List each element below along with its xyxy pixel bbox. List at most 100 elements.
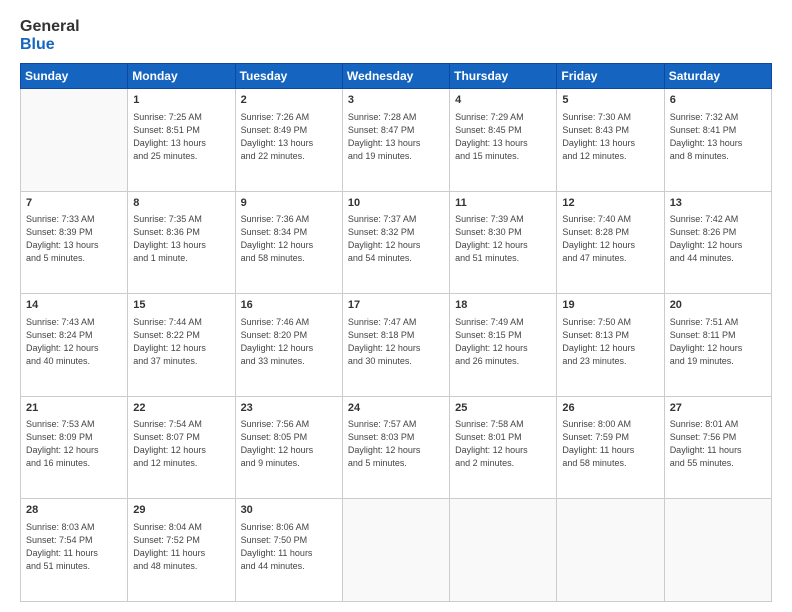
calendar-cell: 7 Sunrise: 7:33 AM Sunset: 8:39 PM Daylig…: [21, 191, 128, 294]
day-number: 9: [241, 196, 337, 211]
day-info: Sunrise: 7:56 AM Sunset: 8:05 PM Dayligh…: [241, 418, 337, 470]
calendar-cell: [21, 89, 128, 192]
day-info: Sunrise: 7:51 AM Sunset: 8:11 PM Dayligh…: [670, 316, 766, 368]
calendar-header-saturday: Saturday: [664, 64, 771, 89]
calendar-week-row: 14 Sunrise: 7:43 AM Sunset: 8:24 PM Dayli…: [21, 294, 772, 397]
calendar-cell: [664, 499, 771, 602]
day-number: 11: [455, 196, 551, 211]
calendar-cell: 30Sunrise: 8:06 AM Sunset: 7:50 PM Dayli…: [235, 499, 342, 602]
day-info: Sunrise: 7:29 AM Sunset: 8:45 PM Dayligh…: [455, 111, 551, 163]
day-info: Sunrise: 7:30 AM Sunset: 8:43 PM Dayligh…: [562, 111, 658, 163]
day-info: Sunrise: 8:03 AM Sunset: 7:54 PM Dayligh…: [26, 521, 122, 573]
day-info: Sunrise: 7:49 AM Sunset: 8:15 PM Dayligh…: [455, 316, 551, 368]
calendar-week-row: 7 Sunrise: 7:33 AM Sunset: 8:39 PM Daylig…: [21, 191, 772, 294]
day-info: Sunrise: 7:25 AM Sunset: 8:51 PM Dayligh…: [133, 111, 229, 163]
calendar-cell: 24 Sunrise: 7:57 AM Sunset: 8:03 PM Dayli…: [342, 396, 449, 499]
calendar-cell: 19 Sunrise: 7:50 AM Sunset: 8:13 PM Dayli…: [557, 294, 664, 397]
calendar-cell: 9 Sunrise: 7:36 AM Sunset: 8:34 PM Daylig…: [235, 191, 342, 294]
day-info: Sunrise: 8:06 AM Sunset: 7:50 PM Dayligh…: [241, 521, 337, 573]
day-number: 27: [670, 401, 766, 416]
calendar-week-row: 28Sunrise: 8:03 AM Sunset: 7:54 PM Dayli…: [21, 499, 772, 602]
calendar-cell: 25 Sunrise: 7:58 AM Sunset: 8:01 PM Dayli…: [450, 396, 557, 499]
calendar-cell: 2 Sunrise: 7:26 AM Sunset: 8:49 PM Daylig…: [235, 89, 342, 192]
calendar-cell: 11 Sunrise: 7:39 AM Sunset: 8:30 PM Dayli…: [450, 191, 557, 294]
calendar-cell: 1 Sunrise: 7:25 AM Sunset: 8:51 PM Daylig…: [128, 89, 235, 192]
day-number: 20: [670, 298, 766, 313]
calendar-cell: 13 Sunrise: 7:42 AM Sunset: 8:26 PM Dayli…: [664, 191, 771, 294]
calendar-cell: [450, 499, 557, 602]
day-number: 21: [26, 401, 122, 416]
calendar-week-row: 21 Sunrise: 7:53 AM Sunset: 8:09 PM Dayli…: [21, 396, 772, 499]
day-info: Sunrise: 7:40 AM Sunset: 8:28 PM Dayligh…: [562, 213, 658, 265]
day-number: 4: [455, 93, 551, 108]
calendar-cell: 3 Sunrise: 7:28 AM Sunset: 8:47 PM Daylig…: [342, 89, 449, 192]
day-info: Sunrise: 8:00 AM Sunset: 7:59 PM Dayligh…: [562, 418, 658, 470]
calendar-cell: 21 Sunrise: 7:53 AM Sunset: 8:09 PM Dayli…: [21, 396, 128, 499]
calendar-cell: 22 Sunrise: 7:54 AM Sunset: 8:07 PM Dayli…: [128, 396, 235, 499]
calendar-header-sunday: Sunday: [21, 64, 128, 89]
day-info: Sunrise: 7:42 AM Sunset: 8:26 PM Dayligh…: [670, 213, 766, 265]
day-info: Sunrise: 7:50 AM Sunset: 8:13 PM Dayligh…: [562, 316, 658, 368]
calendar-header-row: SundayMondayTuesdayWednesdayThursdayFrid…: [21, 64, 772, 89]
day-number: 25: [455, 401, 551, 416]
day-number: 3: [348, 93, 444, 108]
day-info: Sunrise: 7:37 AM Sunset: 8:32 PM Dayligh…: [348, 213, 444, 265]
logo-line2: Blue: [20, 36, 80, 54]
calendar-cell: 27 Sunrise: 8:01 AM Sunset: 7:56 PM Dayli…: [664, 396, 771, 499]
day-info: Sunrise: 7:57 AM Sunset: 8:03 PM Dayligh…: [348, 418, 444, 470]
calendar-header-tuesday: Tuesday: [235, 64, 342, 89]
calendar-header-friday: Friday: [557, 64, 664, 89]
day-number: 5: [562, 93, 658, 108]
calendar-cell: 12 Sunrise: 7:40 AM Sunset: 8:28 PM Dayli…: [557, 191, 664, 294]
day-number: 12: [562, 196, 658, 211]
day-info: Sunrise: 7:43 AM Sunset: 8:24 PM Dayligh…: [26, 316, 122, 368]
day-info: Sunrise: 7:36 AM Sunset: 8:34 PM Dayligh…: [241, 213, 337, 265]
day-info: Sunrise: 7:33 AM Sunset: 8:39 PM Dayligh…: [26, 213, 122, 265]
day-number: 24: [348, 401, 444, 416]
day-info: Sunrise: 7:46 AM Sunset: 8:20 PM Dayligh…: [241, 316, 337, 368]
day-info: Sunrise: 7:47 AM Sunset: 8:18 PM Dayligh…: [348, 316, 444, 368]
day-number: 16: [241, 298, 337, 313]
day-info: Sunrise: 7:58 AM Sunset: 8:01 PM Dayligh…: [455, 418, 551, 470]
day-number: 2: [241, 93, 337, 108]
calendar-cell: 18Sunrise: 7:49 AM Sunset: 8:15 PM Dayli…: [450, 294, 557, 397]
calendar-cell: 28Sunrise: 8:03 AM Sunset: 7:54 PM Dayli…: [21, 499, 128, 602]
day-info: Sunrise: 7:54 AM Sunset: 8:07 PM Dayligh…: [133, 418, 229, 470]
day-info: Sunrise: 8:01 AM Sunset: 7:56 PM Dayligh…: [670, 418, 766, 470]
day-number: 10: [348, 196, 444, 211]
calendar-cell: 14 Sunrise: 7:43 AM Sunset: 8:24 PM Dayli…: [21, 294, 128, 397]
day-number: 23: [241, 401, 337, 416]
day-number: 1: [133, 93, 229, 108]
day-info: Sunrise: 7:35 AM Sunset: 8:36 PM Dayligh…: [133, 213, 229, 265]
day-number: 19: [562, 298, 658, 313]
calendar-cell: 8 Sunrise: 7:35 AM Sunset: 8:36 PM Daylig…: [128, 191, 235, 294]
calendar-cell: 6Sunrise: 7:32 AM Sunset: 8:41 PM Daylig…: [664, 89, 771, 192]
calendar-header-monday: Monday: [128, 64, 235, 89]
calendar-cell: 17 Sunrise: 7:47 AM Sunset: 8:18 PM Dayli…: [342, 294, 449, 397]
calendar-cell: [557, 499, 664, 602]
day-info: Sunrise: 7:26 AM Sunset: 8:49 PM Dayligh…: [241, 111, 337, 163]
calendar-week-row: 1 Sunrise: 7:25 AM Sunset: 8:51 PM Daylig…: [21, 89, 772, 192]
calendar-cell: 15 Sunrise: 7:44 AM Sunset: 8:22 PM Dayli…: [128, 294, 235, 397]
day-info: Sunrise: 7:28 AM Sunset: 8:47 PM Dayligh…: [348, 111, 444, 163]
day-info: Sunrise: 7:39 AM Sunset: 8:30 PM Dayligh…: [455, 213, 551, 265]
day-number: 8: [133, 196, 229, 211]
day-info: Sunrise: 7:44 AM Sunset: 8:22 PM Dayligh…: [133, 316, 229, 368]
day-number: 29: [133, 503, 229, 518]
calendar-cell: 23 Sunrise: 7:56 AM Sunset: 8:05 PM Dayli…: [235, 396, 342, 499]
day-number: 15: [133, 298, 229, 313]
day-number: 13: [670, 196, 766, 211]
calendar-cell: 16 Sunrise: 7:46 AM Sunset: 8:20 PM Dayli…: [235, 294, 342, 397]
day-info: Sunrise: 8:04 AM Sunset: 7:52 PM Dayligh…: [133, 521, 229, 573]
calendar-table: SundayMondayTuesdayWednesdayThursdayFrid…: [20, 63, 772, 602]
day-number: 26: [562, 401, 658, 416]
calendar-header-wednesday: Wednesday: [342, 64, 449, 89]
calendar-cell: 20 Sunrise: 7:51 AM Sunset: 8:11 PM Dayli…: [664, 294, 771, 397]
calendar-cell: 10 Sunrise: 7:37 AM Sunset: 8:32 PM Dayli…: [342, 191, 449, 294]
day-number: 7: [26, 196, 122, 211]
day-number: 6: [670, 93, 766, 108]
day-number: 22: [133, 401, 229, 416]
day-info: Sunrise: 7:53 AM Sunset: 8:09 PM Dayligh…: [26, 418, 122, 470]
day-number: 17: [348, 298, 444, 313]
day-number: 14: [26, 298, 122, 313]
